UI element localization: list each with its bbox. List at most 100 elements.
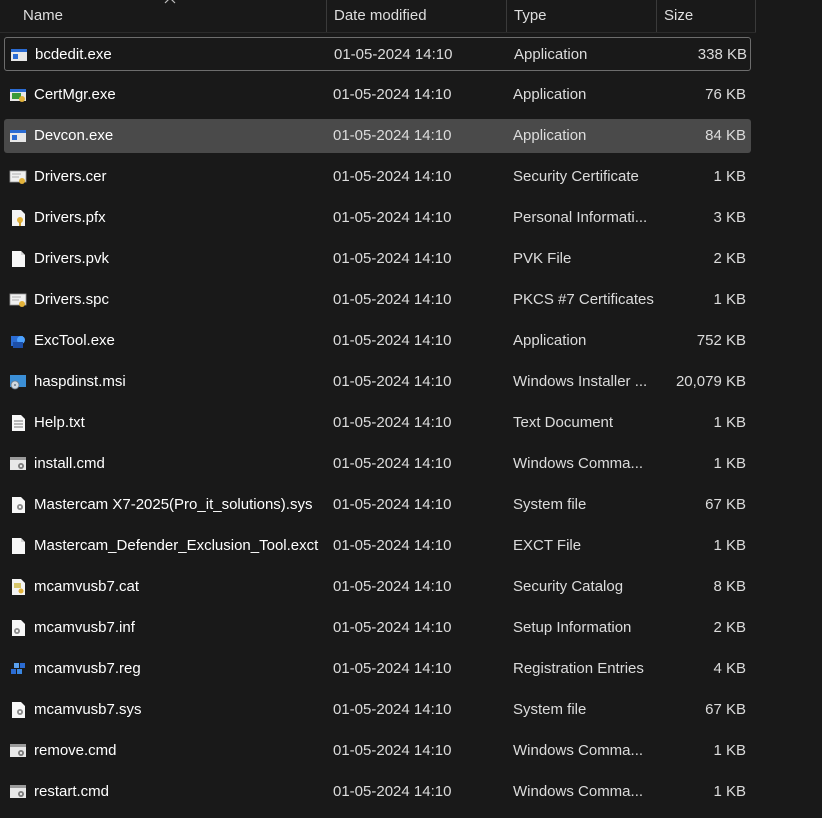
file-row[interactable]: CertMgr.exe 01-05-2024 14:10 Application 76… [4, 78, 751, 112]
file-name: CertMgr.exe [34, 86, 116, 103]
file-row[interactable]: mcamvusb7.inf 01-05-2024 14:10 Setup Infor… [4, 611, 751, 645]
file-name: mcamvusb7.cat [34, 578, 140, 595]
file-name: Drivers.spc [34, 291, 110, 308]
file-size: 1 KB [713, 168, 746, 185]
file-name: mcamvusb7.reg [34, 660, 141, 677]
file-name: mcamvusb7.sys [34, 701, 142, 718]
file-type: Personal Informati... [513, 209, 648, 226]
file-date-modified: 01-05-2024 14:10 [333, 332, 452, 349]
file-date-modified: 01-05-2024 14:10 [333, 86, 452, 103]
file-row[interactable]: remove.cmd 01-05-2024 14:10 Windows Comma.… [4, 734, 751, 768]
file-row[interactable]: Mastercam X7-2025(Pro_it_solutions).sys 0… [4, 488, 751, 522]
file-size: 1 KB [713, 783, 746, 800]
column-header-type[interactable]: Type [506, 0, 656, 32]
text-file-icon [12, 415, 25, 431]
file-name: Mastercam_Defender_Exclusion_Tool.exct [34, 537, 319, 554]
file-row[interactable]: Drivers.pvk 01-05-2024 14:10 PVK File 2 KB [4, 242, 751, 276]
system-file-icon [12, 702, 25, 718]
file-type: Registration Entries [513, 660, 644, 677]
file-type: Text Document [513, 414, 614, 431]
file-row[interactable]: Mastercam_Defender_Exclusion_Tool.exct 01… [4, 529, 751, 563]
file-row[interactable]: ExcTool.exe 01-05-2024 14:10 Application 75… [4, 324, 751, 358]
certificate-icon [9, 293, 27, 307]
certmgr-icon [10, 89, 26, 102]
file-size: 1 KB [713, 537, 746, 554]
certificate-icon [9, 170, 27, 184]
file-type: EXCT File [513, 537, 582, 554]
file-size: 8 KB [713, 578, 746, 595]
cmd-file-icon [10, 785, 26, 798]
system-file-icon [12, 497, 25, 513]
file-size: 3 KB [713, 209, 746, 226]
file-explorer-details-view: Name Date modified Type Size bcdedit.exe… [0, 0, 822, 818]
file-type: System file [513, 496, 587, 513]
file-size: 67 KB [705, 701, 746, 718]
file-size: 338 KB [697, 46, 747, 63]
file-name: Drivers.cer [34, 168, 107, 185]
file-date-modified: 01-05-2024 14:10 [333, 783, 452, 800]
file-row[interactable]: haspdinst.msi 01-05-2024 14:10 Windows Ins… [4, 365, 751, 399]
cmd-file-icon [10, 457, 26, 470]
file-type: Windows Comma... [513, 455, 644, 472]
file-row[interactable]: Drivers.pfx 01-05-2024 14:10 Personal Info… [4, 201, 751, 235]
file-name: install.cmd [34, 455, 105, 472]
file-row[interactable]: mcamvusb7.sys 01-05-2024 14:10 System file… [4, 693, 751, 727]
file-name: restart.cmd [34, 783, 110, 800]
file-size: 1 KB [713, 742, 746, 759]
catalog-icon [12, 579, 25, 595]
file-size: 2 KB [713, 250, 746, 267]
file-date-modified: 01-05-2024 14:10 [333, 455, 452, 472]
file-date-modified: 01-05-2024 14:10 [333, 701, 452, 718]
file-date-modified: 01-05-2024 14:10 [333, 496, 452, 513]
file-name: Drivers.pvk [34, 250, 110, 267]
column-header-size[interactable]: Size [656, 0, 756, 32]
file-row[interactable]: Drivers.spc 01-05-2024 14:10 PKCS #7 Certi… [4, 283, 751, 317]
file-name: haspdinst.msi [34, 373, 126, 390]
file-name: remove.cmd [34, 742, 117, 759]
file-row[interactable]: mcamvusb7.reg 01-05-2024 14:10 Registratio… [4, 652, 751, 686]
file-row[interactable]: restart.cmd 01-05-2024 14:10 Windows Comma… [4, 775, 751, 809]
column-header-name[interactable]: Name [16, 0, 326, 32]
file-date-modified: 01-05-2024 14:10 [333, 537, 452, 554]
file-size: 76 KB [705, 86, 746, 103]
file-date-modified: 01-05-2024 14:10 [333, 373, 452, 390]
blank-file-icon [12, 538, 25, 554]
file-row[interactable]: install.cmd 01-05-2024 14:10 Windows Comma… [4, 447, 751, 481]
file-size: 4 KB [713, 660, 746, 677]
cmd-file-icon [10, 744, 26, 757]
exctool-icon [11, 336, 25, 348]
file-name: bcdedit.exe [35, 46, 112, 63]
file-date-modified: 01-05-2024 14:10 [333, 209, 452, 226]
file-row[interactable]: Devcon.exe 01-05-2024 14:10 Application 84 … [4, 119, 751, 153]
exe-icon [11, 49, 27, 61]
file-date-modified: 01-05-2024 14:10 [333, 660, 452, 677]
file-type: PVK File [513, 250, 572, 267]
file-name: Drivers.pfx [34, 209, 106, 226]
column-header-date-modified[interactable]: Date modified [326, 0, 506, 32]
file-name: Help.txt [34, 414, 85, 431]
blank-file-icon [12, 251, 25, 267]
file-row[interactable]: Drivers.cer 01-05-2024 14:10 Security Cert… [4, 160, 751, 194]
file-size: 84 KB [705, 127, 746, 144]
file-date-modified: 01-05-2024 14:10 [333, 168, 452, 185]
file-size: 67 KB [705, 496, 746, 513]
registry-icon [11, 663, 25, 674]
setup-info-icon [12, 620, 25, 636]
file-size: 752 KB [696, 332, 746, 349]
file-size: 2 KB [713, 619, 746, 636]
file-row[interactable]: bcdedit.exe 01-05-2024 14:10 Application 33… [4, 37, 751, 71]
file-size: 1 KB [713, 291, 746, 308]
file-type: Application [513, 332, 587, 349]
file-row[interactable]: mcamvusb7.cat 01-05-2024 14:10 Security Ca… [4, 570, 751, 604]
file-date-modified: 01-05-2024 14:10 [333, 619, 452, 636]
pfx-icon [12, 210, 25, 226]
file-type: Security Catalog [513, 578, 624, 595]
file-row[interactable]: Help.txt 01-05-2024 14:10 Text Document 1 K… [4, 406, 751, 440]
file-type: Windows Comma... [513, 783, 644, 800]
file-date-modified: 01-05-2024 14:10 [333, 414, 452, 431]
file-type: Application [513, 86, 587, 103]
installer-icon [10, 375, 26, 390]
file-date-modified: 01-05-2024 14:10 [333, 291, 452, 308]
file-size: 20,079 KB [675, 373, 746, 390]
file-date-modified: 01-05-2024 14:10 [333, 127, 452, 144]
